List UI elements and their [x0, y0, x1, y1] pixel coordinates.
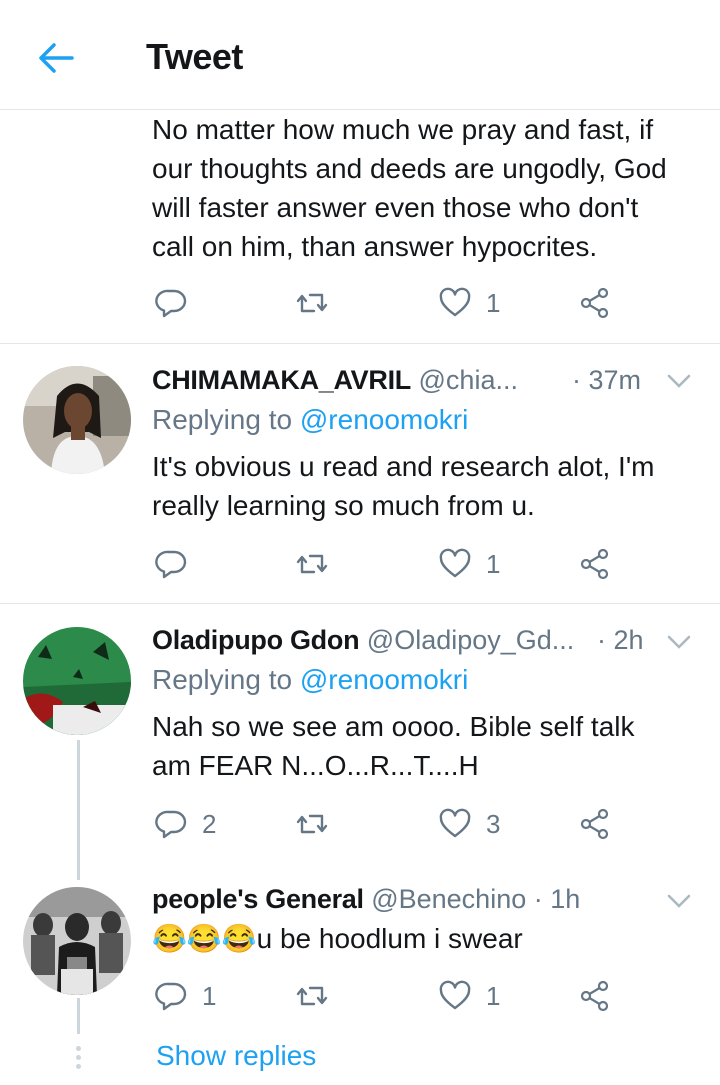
like-button[interactable]: 1 — [438, 283, 500, 323]
retweet-button[interactable] — [295, 283, 329, 323]
share-button[interactable] — [578, 283, 612, 323]
tweet-actions: 1 1 — [154, 976, 624, 1016]
thread-line — [77, 740, 80, 880]
avatar-photo — [23, 887, 131, 995]
tweet-header: CHIMAMAKA_AVRIL @chia... — [152, 365, 518, 396]
chevron-down-icon[interactable] — [664, 886, 694, 916]
share-icon — [580, 548, 609, 580]
reply-count: 1 — [202, 980, 217, 1011]
share-button[interactable] — [578, 976, 612, 1016]
replying-to: Replying to @renoomokri — [152, 404, 468, 436]
user-handle[interactable]: @chia... — [419, 365, 518, 395]
back-button[interactable] — [34, 36, 78, 80]
avatar[interactable] — [23, 366, 131, 474]
tweet-actions: 2 3 — [154, 804, 624, 844]
share-icon — [580, 808, 609, 840]
tweet-line: our thoughts and deeds are ungodly, God — [152, 153, 667, 184]
like-count: 1 — [486, 287, 501, 318]
reply-icon — [155, 289, 187, 318]
like-count: 1 — [486, 548, 501, 579]
replying-label: Replying to — [152, 404, 300, 435]
tweet-line: 😂😂😂u be hoodlum i swear — [152, 923, 523, 954]
share-icon — [580, 980, 609, 1012]
timestamp-wrap: · 2h — [597, 625, 644, 656]
divider — [0, 343, 720, 344]
chevron-down-icon[interactable] — [664, 627, 694, 657]
display-name[interactable]: Oladipupo Gdon — [152, 625, 360, 655]
retweet-icon — [296, 293, 328, 313]
chevron-down-icon[interactable] — [664, 366, 694, 396]
mention-link[interactable]: @renoomokri — [300, 404, 468, 435]
like-button[interactable]: 1 — [438, 976, 500, 1016]
mention-link[interactable]: @renoomokri — [300, 664, 468, 695]
tweet-line: Nah so we see am oooo. Bible self talk — [152, 711, 635, 742]
tweet-header: Oladipupo Gdon @Oladipoy_Gd... — [152, 625, 574, 656]
reply-button[interactable] — [154, 283, 202, 323]
retweet-icon — [296, 986, 328, 1006]
replying-to: Replying to @renoomokri — [152, 664, 468, 696]
display-name[interactable]: people's General — [152, 884, 364, 914]
timestamp: · 2h — [597, 625, 644, 655]
replying-label: Replying to — [152, 664, 300, 695]
tweet-text: No matter how much we pray and fast, if … — [152, 110, 667, 266]
arrow-left-icon — [39, 43, 74, 73]
share-button[interactable] — [578, 544, 612, 584]
tweet-text: 😂😂😂u be hoodlum i swear — [152, 919, 523, 958]
heart-icon — [439, 980, 471, 1010]
divider — [0, 603, 720, 604]
tweet-actions: 1 — [154, 283, 624, 323]
tweet-line: really learning so much from u. — [152, 490, 535, 521]
user-handle[interactable]: @Oladipoy_Gd... — [367, 625, 575, 655]
tweet-line: am FEAR N...O...R...T....H — [152, 750, 479, 781]
tweet-line: call on him, than answer hypocrites. — [152, 231, 598, 262]
tweet-line: It's obvious u read and research alot, I… — [152, 451, 655, 482]
retweet-button[interactable] — [295, 976, 329, 1016]
tweet-line: will faster answer even those who don't — [152, 192, 639, 223]
reply-button[interactable]: 2 — [154, 804, 216, 844]
tweet-header: people's General @Benechino · 1h — [152, 884, 580, 915]
retweet-button[interactable] — [295, 804, 329, 844]
avatar[interactable] — [23, 887, 131, 995]
more-dots-icon — [76, 1046, 81, 1073]
avatar-photo — [23, 627, 131, 735]
avatar-photo — [23, 366, 131, 474]
share-icon — [580, 287, 609, 319]
reply-button[interactable]: 1 — [154, 976, 216, 1016]
retweet-button[interactable] — [295, 544, 329, 584]
tweet-actions: 1 — [154, 544, 624, 584]
page-title: Tweet — [146, 36, 243, 77]
reply-icon — [155, 810, 187, 839]
user-handle[interactable]: @Benechino — [371, 884, 526, 914]
reply-icon — [155, 982, 187, 1011]
timestamp: · 37m — [572, 365, 642, 395]
tweet-line: No matter how much we pray and fast, if — [152, 114, 654, 145]
reply-button[interactable] — [154, 544, 202, 584]
retweet-icon — [296, 814, 328, 834]
like-button[interactable]: 3 — [438, 804, 500, 844]
share-button[interactable] — [578, 804, 612, 844]
show-replies-link[interactable]: Show replies — [156, 1040, 316, 1072]
avatar[interactable] — [23, 627, 131, 735]
heart-icon — [439, 808, 471, 838]
reply-count: 2 — [202, 808, 217, 839]
timestamp-wrap: · 37m — [572, 365, 641, 396]
tweet-text: Nah so we see am oooo. Bible self talk a… — [152, 707, 634, 785]
tweet-text: It's obvious u read and research alot, I… — [152, 447, 655, 525]
timestamp: · 1h — [533, 884, 581, 914]
heart-icon — [439, 548, 471, 578]
reply-icon — [155, 550, 187, 579]
display-name[interactable]: CHIMAMAKA_AVRIL — [152, 365, 411, 395]
heart-icon — [439, 287, 471, 317]
like-count: 3 — [486, 808, 501, 839]
retweet-icon — [296, 554, 328, 574]
like-count: 1 — [486, 980, 501, 1011]
like-button[interactable]: 1 — [438, 544, 500, 584]
top-bar: Tweet — [0, 0, 720, 110]
thread-line — [77, 998, 80, 1034]
